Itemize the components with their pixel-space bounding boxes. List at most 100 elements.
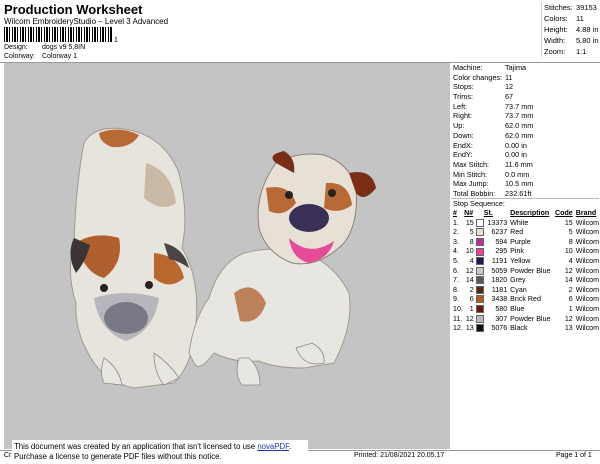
row-code: 4 — [568, 256, 573, 265]
barcode-mark: 1 — [114, 37, 118, 44]
color-swatch — [475, 257, 484, 266]
row-needle: 12 — [465, 266, 474, 275]
row-description: Brick Red — [510, 295, 541, 304]
row-description: Powder Blue — [510, 314, 551, 323]
machine-label: Color changes: — [453, 72, 503, 82]
row-brand: Wilcom — [575, 247, 599, 256]
row-brand: Wilcom — [575, 228, 599, 237]
col-brand: Brand — [575, 209, 597, 217]
row-brand: Wilcom — [575, 285, 599, 294]
machine-value: Tajima — [505, 63, 527, 72]
row-needle: 1 — [469, 304, 474, 313]
machine-value: 11.6 mm — [505, 159, 533, 169]
row-stitches: 580 — [495, 304, 508, 313]
row-description: Black — [510, 324, 528, 333]
stop-sequence-heading: Stop Sequence: — [453, 199, 505, 208]
bulldog-right — [188, 151, 376, 386]
col-needle: N# — [464, 209, 474, 217]
row-needle: 15 — [465, 218, 474, 227]
stat-row: Stitches: 39153 — [542, 2, 600, 13]
row-swatch — [474, 276, 484, 286]
row-description: Cyan — [510, 285, 527, 294]
color-swatch — [475, 237, 484, 246]
machine-row: Down: 62.0 mm — [451, 131, 599, 141]
software-name: Wilcom EmbroideryStudio – Level 3 Advanc… — [4, 17, 169, 26]
row-needle: 5 — [469, 228, 474, 237]
row-brand: Wilcom — [575, 266, 599, 275]
row-description: Blue — [510, 304, 525, 313]
col-stitches: St. — [483, 209, 493, 217]
machine-value: 73.7 mm — [505, 111, 534, 121]
row-num: 6. — [453, 266, 459, 275]
row-description: Powder Blue — [510, 266, 551, 275]
notice-line2: Purchase a license to generate PDF files… — [14, 452, 222, 461]
row-stitches: 6237 — [491, 228, 508, 237]
page-title: Production Worksheet — [4, 2, 143, 17]
row-num: 3. — [453, 237, 459, 246]
color-swatch — [475, 314, 484, 323]
stop-sequence-table: # N# St. Description Code Brand 1. 15 1337… — [451, 209, 599, 334]
row-code: 12 — [564, 314, 573, 323]
row-needle: 4 — [469, 256, 474, 265]
design-preview — [4, 63, 450, 449]
row-num: 1. — [453, 218, 459, 227]
row-stitches: 5076 — [491, 324, 508, 333]
row-code: 2 — [568, 285, 573, 294]
row-stitches: 295 — [495, 247, 508, 256]
machine-row: EndY: 0.00 in — [451, 150, 599, 160]
row-brand: Wilcom — [575, 237, 599, 246]
table-row: 11. 12 307 Powder Blue 12 Wilcom — [451, 315, 599, 325]
machine-value: 12 — [505, 82, 514, 92]
machine-label: Min Stitch: — [453, 169, 488, 179]
color-swatch — [475, 266, 484, 275]
row-code: 14 — [564, 276, 573, 285]
stat-value: 5.80 in — [576, 36, 599, 45]
row-needle: 2 — [469, 285, 474, 294]
machine-row: Max Stitch: 11.6 mm — [451, 160, 599, 170]
row-swatch — [474, 295, 484, 305]
row-description: Purple — [510, 237, 531, 246]
row-needle: 6 — [469, 295, 474, 304]
machine-value: 0.0 mm — [505, 169, 530, 179]
embroidery-design-image — [70, 127, 376, 389]
row-brand: Wilcom — [575, 314, 599, 323]
row-description: White — [510, 218, 529, 227]
row-swatch — [474, 218, 484, 229]
row-stitches: 307 — [495, 314, 508, 323]
color-swatch — [475, 295, 484, 304]
row-swatch — [474, 228, 484, 238]
row-swatch — [474, 247, 484, 257]
machine-label: Max Stitch: — [453, 159, 490, 169]
printed-date: Printed: 21/08/2021 20.05.17 — [354, 452, 445, 459]
machine-label: Down: — [453, 130, 474, 140]
colorway-value: Colorway 1 — [41, 53, 77, 60]
footer-left: Cr — [4, 452, 12, 459]
row-stitches: 5059 — [491, 266, 508, 275]
license-notice: This document was created by an applicat… — [12, 440, 308, 462]
row-code: 15 — [564, 218, 573, 227]
row-swatch — [474, 305, 484, 315]
stat-label: Zoom: — [544, 47, 566, 56]
row-num: 2. — [453, 228, 459, 237]
color-swatch — [475, 218, 484, 227]
row-num: 7. — [453, 276, 459, 285]
table-header-row: # N# St. Description Code Brand — [451, 209, 599, 219]
row-code: 8 — [568, 237, 573, 246]
color-swatch — [475, 285, 484, 294]
machine-value: 10.5 mm — [505, 179, 534, 189]
row-code: 5 — [568, 228, 573, 237]
row-code: 10 — [564, 247, 573, 256]
novapdf-link[interactable]: novaPDF — [257, 442, 289, 451]
row-brand: Wilcom — [575, 218, 599, 227]
machine-row: Up: 62.0 mm — [451, 121, 599, 131]
machine-label: Machine: — [453, 63, 483, 72]
machine-value: 0.00 in — [505, 150, 527, 160]
color-swatch — [475, 324, 484, 333]
row-swatch — [474, 237, 484, 248]
table-row: 3. 8 594 Purple 8 Wilcom — [451, 238, 599, 248]
row-num: 12. — [453, 324, 463, 333]
machine-row: Trims: 67 — [451, 92, 599, 102]
table-row: 5. 4 1191 Yellow 4 Wilcom — [451, 257, 599, 267]
color-swatch — [475, 247, 484, 256]
machine-label: Trims: — [453, 92, 473, 102]
